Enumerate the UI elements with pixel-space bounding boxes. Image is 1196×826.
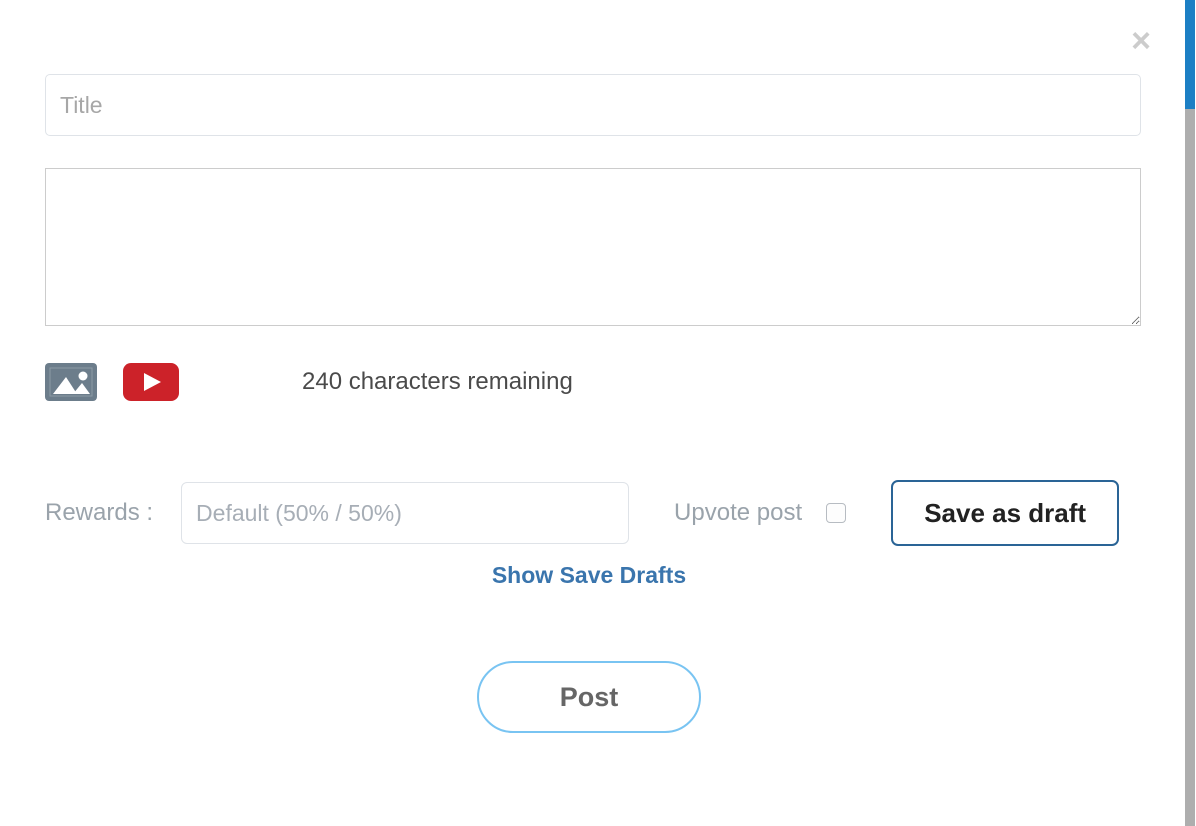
post-button-row: Post [45, 661, 1139, 733]
play-triangle-icon [144, 373, 161, 391]
post-body-textarea[interactable] [45, 168, 1141, 326]
close-icon[interactable]: × [1124, 24, 1158, 58]
scrollbar-track[interactable] [1185, 0, 1195, 826]
post-button[interactable]: Post [477, 661, 701, 733]
image-icon[interactable] [45, 363, 97, 401]
upvote-post-checkbox[interactable] [826, 503, 847, 523]
page-scrollbar[interactable] [1184, 0, 1196, 826]
scrollbar-thumb[interactable] [1185, 0, 1195, 109]
save-as-draft-button[interactable]: Save as draft [891, 480, 1120, 546]
character-counter: 240 characters remaining [302, 368, 573, 395]
upvote-post-label: Upvote post [674, 499, 803, 526]
modal-body: 240 characters remaining Rewards : Defau… [0, 74, 1184, 733]
modal-header: × [0, 0, 1184, 74]
youtube-icon[interactable] [123, 363, 179, 401]
post-composer-modal: × 240 characters remaining Rewards : [0, 0, 1184, 826]
rewards-label: Rewards : [45, 499, 154, 526]
rewards-select[interactable]: Default (50% / 50%) [181, 482, 630, 544]
show-drafts-row: Show Save Drafts [45, 562, 1139, 589]
rewards-row: Rewards : Default (50% / 50%) Upvote pos… [45, 480, 1139, 546]
show-save-drafts-link[interactable]: Show Save Drafts [492, 562, 686, 588]
rewards-selected-value: Default (50% / 50%) [196, 499, 402, 526]
media-toolbar-row: 240 characters remaining [45, 359, 1139, 405]
title-input[interactable] [45, 74, 1141, 136]
